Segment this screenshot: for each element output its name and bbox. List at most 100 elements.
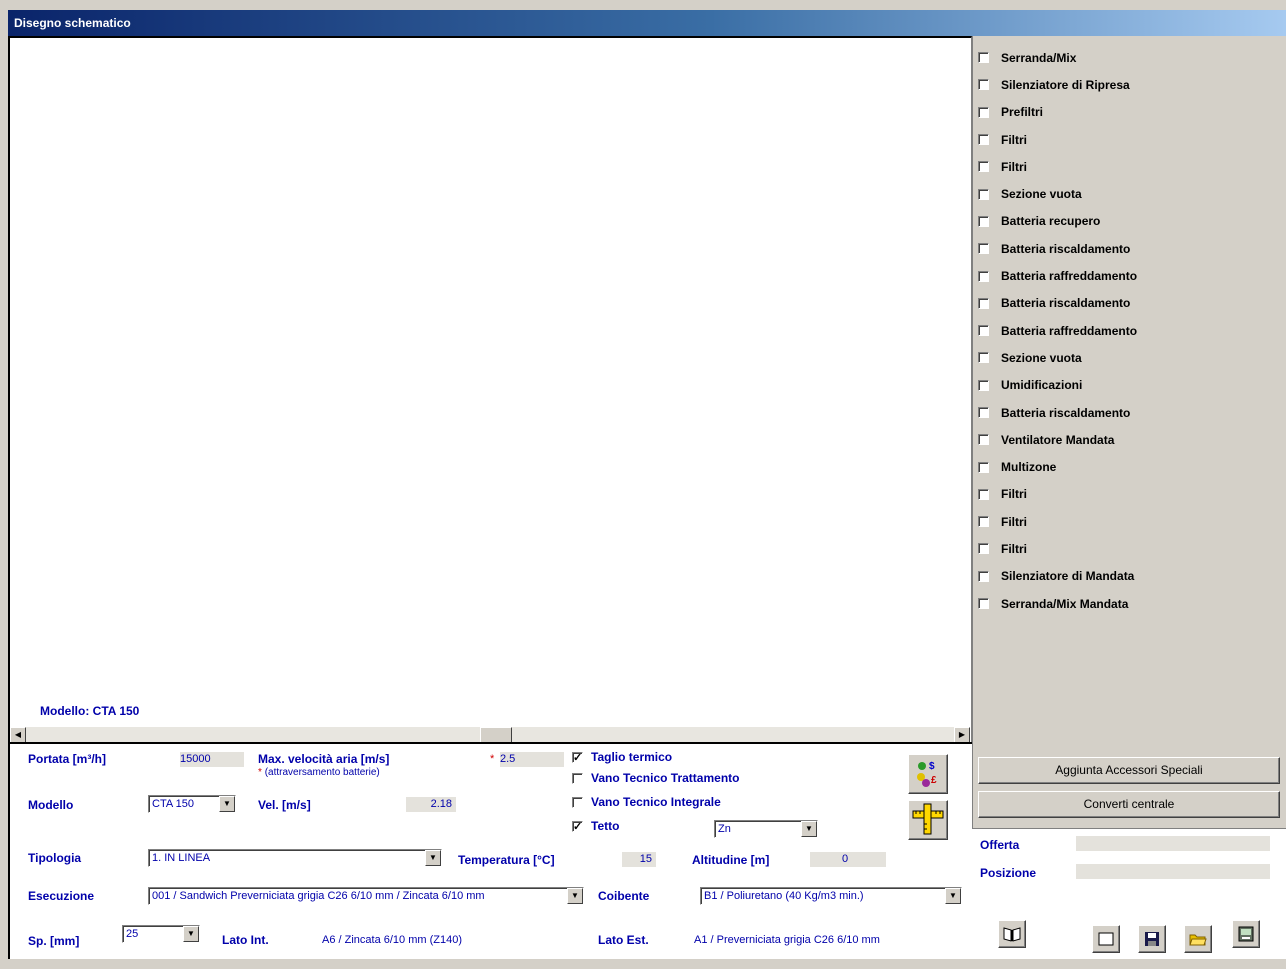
- component-checkbox[interactable]: [978, 543, 989, 555]
- component-item[interactable]: Multizone: [978, 453, 1278, 480]
- portata-field[interactable]: 15000: [180, 752, 244, 767]
- chevron-down-icon[interactable]: ▼: [567, 888, 583, 904]
- component-label: Umidificazioni: [1001, 378, 1083, 393]
- max-velocity-note: * (attraversamento batterie): [258, 767, 380, 778]
- component-item[interactable]: Serranda/Mix: [978, 44, 1278, 71]
- option-taglio-termico[interactable]: ✓ Taglio termico: [572, 750, 672, 764]
- component-item[interactable]: Filtri: [978, 126, 1278, 153]
- component-item[interactable]: Silenziatore di Mandata: [978, 563, 1278, 590]
- convert-unit-button[interactable]: Converti centrale: [978, 791, 1280, 818]
- component-checkbox[interactable]: [978, 434, 989, 446]
- open-folder-icon: [1189, 934, 1207, 946]
- max-velocity-field[interactable]: 2.5: [500, 752, 564, 767]
- chevron-down-icon[interactable]: ▼: [425, 850, 441, 866]
- component-item[interactable]: Filtri: [978, 153, 1278, 180]
- save-icon: [1145, 932, 1159, 946]
- component-checkbox[interactable]: [978, 570, 989, 582]
- component-checkbox[interactable]: [978, 52, 989, 64]
- new-doc-icon: [1098, 932, 1114, 946]
- scroll-left-icon[interactable]: ◀: [10, 727, 26, 743]
- component-checkbox[interactable]: [978, 325, 989, 337]
- component-item[interactable]: Filtri: [978, 481, 1278, 508]
- component-label: Batteria riscaldamento: [1001, 241, 1131, 256]
- component-item[interactable]: Umidificazioni: [978, 372, 1278, 399]
- component-item[interactable]: Batteria recupero: [978, 208, 1278, 235]
- component-checkbox[interactable]: [978, 270, 989, 282]
- velocity-field: 2.18: [406, 797, 456, 812]
- tetto-select[interactable]: Zn ▼: [714, 820, 818, 838]
- component-label: Silenziatore di Mandata: [1001, 569, 1135, 584]
- altitude-field[interactable]: 0: [810, 852, 886, 867]
- component-item[interactable]: Batteria riscaldamento: [978, 290, 1278, 317]
- component-checkbox[interactable]: [978, 379, 989, 391]
- offerta-field: [1076, 836, 1270, 851]
- velocity-label: Vel. [m/s]: [258, 798, 311, 812]
- component-checkbox[interactable]: [978, 215, 989, 227]
- option-vano-trattamento[interactable]: Vano Tecnico Trattamento: [572, 771, 739, 785]
- component-checkbox[interactable]: [978, 161, 989, 173]
- component-item[interactable]: Filtri: [978, 508, 1278, 535]
- components-checklist: Serranda/Mix Silenziatore di Ripresa Prefi…: [978, 44, 1278, 617]
- component-checkbox[interactable]: [978, 134, 989, 146]
- temperature-field[interactable]: 15: [622, 852, 656, 867]
- component-label: Filtri: [1001, 514, 1027, 529]
- component-item[interactable]: Batteria raffreddamento: [978, 262, 1278, 289]
- max-velocity-value: 2.5: [500, 753, 516, 765]
- component-checkbox[interactable]: [978, 407, 989, 418]
- measure-button[interactable]: [908, 800, 948, 840]
- component-item[interactable]: Serranda/Mix Mandata: [978, 590, 1278, 617]
- component-item[interactable]: Prefiltri: [978, 99, 1278, 126]
- component-item[interactable]: Batteria riscaldamento: [978, 399, 1278, 426]
- horizontal-scrollbar[interactable]: ◀ ▶: [10, 726, 970, 743]
- book-button[interactable]: [998, 920, 1026, 948]
- component-checkbox[interactable]: [978, 106, 989, 118]
- chevron-down-icon[interactable]: ▼: [183, 926, 199, 942]
- component-checkbox[interactable]: [978, 598, 989, 610]
- checkbox[interactable]: ✓: [572, 751, 583, 763]
- chevron-down-icon[interactable]: ▼: [945, 888, 961, 904]
- checkbox[interactable]: [572, 796, 583, 808]
- book-icon: [1003, 927, 1021, 942]
- open-button[interactable]: [1184, 925, 1212, 953]
- save-button[interactable]: [1138, 925, 1166, 953]
- component-checkbox[interactable]: [978, 79, 989, 91]
- checkbox[interactable]: ✓: [572, 820, 583, 832]
- schematic-canvas[interactable]: [10, 38, 970, 726]
- component-checkbox[interactable]: [978, 461, 989, 473]
- portata-value: 15000: [180, 753, 211, 765]
- component-checkbox[interactable]: [978, 243, 989, 255]
- esecuzione-select[interactable]: 001 / Sandwich Preverniciata grigia C26 …: [148, 887, 584, 905]
- component-item[interactable]: Filtri: [978, 535, 1278, 562]
- scroll-thumb[interactable]: [480, 727, 512, 743]
- component-checkbox[interactable]: [978, 516, 989, 528]
- component-item[interactable]: Ventilatore Mandata: [978, 426, 1278, 453]
- component-item[interactable]: Batteria riscaldamento: [978, 235, 1278, 262]
- coibente-select[interactable]: B1 / Poliuretano (40 Kg/m3 min.) ▼: [700, 887, 962, 905]
- component-item[interactable]: Sezione vuota: [978, 180, 1278, 207]
- lato-est-label: Lato Est.: [598, 933, 649, 947]
- component-item[interactable]: Batteria raffreddamento: [978, 317, 1278, 344]
- new-button[interactable]: [1092, 925, 1120, 953]
- option-vano-integrale[interactable]: Vano Tecnico Integrale: [572, 795, 721, 809]
- component-checkbox[interactable]: [978, 188, 989, 200]
- chevron-down-icon[interactable]: ▼: [801, 821, 817, 837]
- option-tetto[interactable]: ✓ Tetto: [572, 819, 619, 833]
- chevron-down-icon[interactable]: ▼: [219, 796, 235, 812]
- add-accessories-button[interactable]: Aggiunta Accessori Speciali: [978, 757, 1280, 784]
- print-button[interactable]: [1232, 920, 1260, 948]
- price-button[interactable]: $ £: [908, 754, 948, 794]
- velocity-value: 2.18: [430, 798, 452, 810]
- tipologia-select[interactable]: 1. IN LINEA ▼: [148, 849, 442, 867]
- component-checkbox[interactable]: [978, 488, 989, 500]
- checkbox[interactable]: [572, 772, 583, 784]
- modello-select[interactable]: CTA 150 ▼: [148, 795, 236, 813]
- required-star: *: [490, 753, 495, 765]
- component-checkbox[interactable]: [978, 352, 989, 364]
- altitude-label: Altitudine [m]: [692, 853, 770, 867]
- component-label: Filtri: [1001, 132, 1027, 147]
- scroll-right-icon[interactable]: ▶: [954, 727, 970, 743]
- component-item[interactable]: Silenziatore di Ripresa: [978, 71, 1278, 98]
- spessore-select[interactable]: 25 ▼: [122, 925, 200, 943]
- component-checkbox[interactable]: [978, 297, 989, 309]
- component-item[interactable]: Sezione vuota: [978, 344, 1278, 371]
